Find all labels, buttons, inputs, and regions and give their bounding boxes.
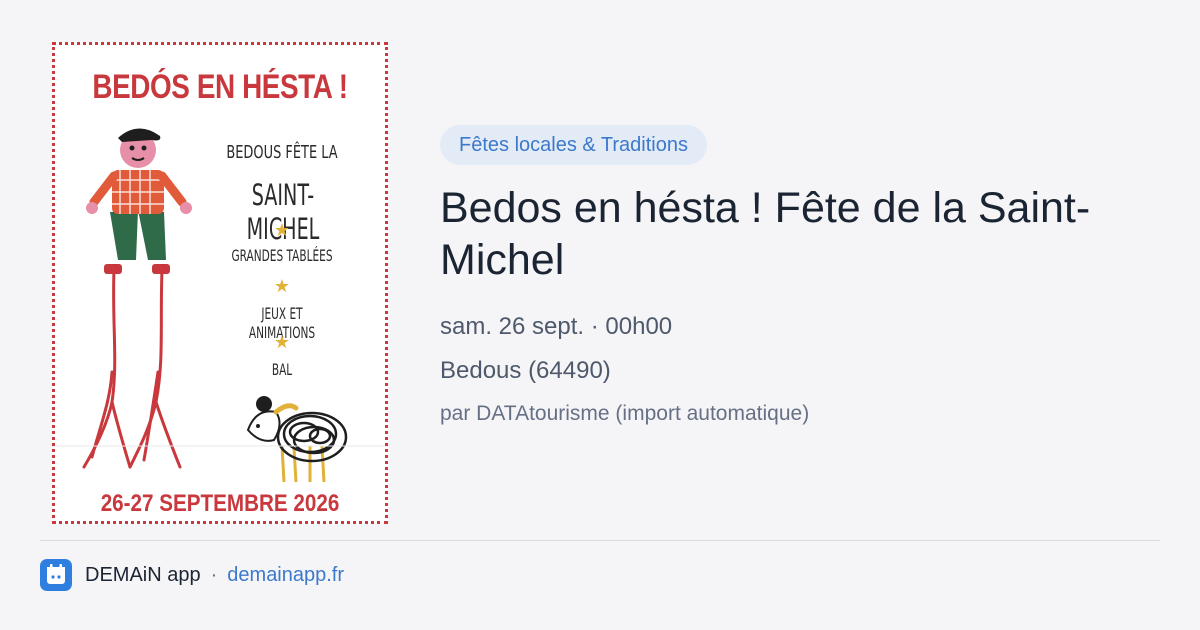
poster-dates: 26-27 SEPTEMBRE 2026	[100, 490, 340, 517]
app-name: DEMAiN app	[85, 563, 201, 586]
footer-separator: ·	[210, 563, 218, 586]
poster-star-icon: ★	[273, 332, 291, 353]
poster-item-1: GRANDES TABLÉES	[231, 246, 333, 265]
poster-star-icon: ★	[273, 220, 291, 241]
event-datetime: sam. 26 sept. · 00h00	[440, 313, 673, 340]
poster-title: BEDÓS EN HÉSTA !	[92, 68, 348, 106]
event-location: Bedous (64490)	[440, 357, 611, 384]
app-logo-icon	[40, 559, 72, 591]
event-title: Bedos en hésta ! Fête de la Saint-Michel	[440, 184, 1091, 284]
poster-item-3: BAL	[271, 360, 293, 379]
poster-star-icon: ★	[273, 276, 291, 297]
category-badge[interactable]: Fêtes locales & Traditions	[440, 125, 707, 165]
footer: DEMAiN app · demainapp.fr	[40, 558, 344, 592]
footer-divider	[40, 540, 1160, 541]
app-website-link[interactable]: demainapp.fr	[227, 564, 344, 587]
poster-subtitle-line1: BEDOUS FÊTE LA	[226, 142, 338, 163]
event-source: par DATAtourisme (import automatique)	[440, 402, 810, 425]
event-poster-image: BEDÓS EN HÉSTA ! BEDOUS FÊTE LA SAINT-MI…	[52, 42, 388, 524]
